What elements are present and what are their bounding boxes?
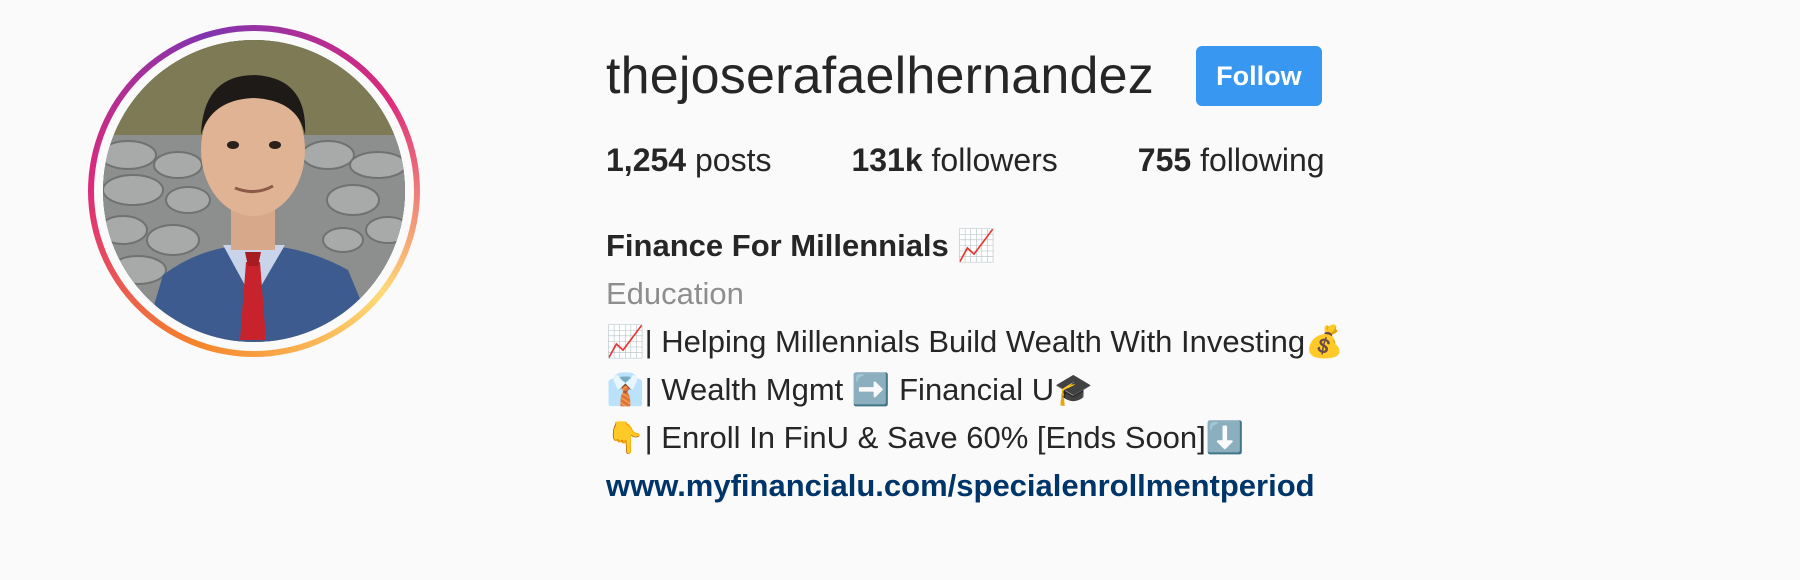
following-count: 755	[1137, 142, 1192, 178]
story-ring[interactable]	[88, 25, 420, 357]
profile-stats: 1,254 posts 131k followers 755 following	[606, 140, 1405, 180]
profile-photo	[103, 40, 405, 342]
bio-line: 📈| Helping Millennials Build Wealth With…	[606, 324, 1344, 359]
bio-line: 👇| Enroll In FinU & Save 60% [Ends Soon]…	[606, 420, 1245, 455]
profile-bio: Finance For Millennials 📈 Education 📈| H…	[606, 222, 1344, 510]
display-name: Finance For Millennials 📈	[606, 228, 996, 263]
profile-header: thejoserafaelhernandez Follow	[606, 40, 1322, 112]
followers-stat[interactable]: 131k followers	[851, 140, 1057, 180]
posts-count: 1,254	[606, 142, 687, 178]
followers-label: followers	[931, 142, 1058, 178]
bio-link[interactable]: www.myfinancialu.com/specialenrollmentpe…	[606, 462, 1344, 510]
posts-stat: 1,254 posts	[606, 140, 771, 180]
posts-label: posts	[694, 142, 772, 178]
following-label: following	[1200, 142, 1325, 178]
avatar[interactable]	[103, 40, 405, 342]
follow-button[interactable]: Follow	[1195, 46, 1322, 106]
category-label: Education	[606, 276, 744, 311]
profile-page: thejoserafaelhernandez Follow 1,254 post…	[0, 0, 1800, 580]
followers-count: 131k	[851, 142, 923, 178]
following-stat[interactable]: 755 following	[1138, 140, 1325, 180]
username: thejoserafaelhernandez	[606, 47, 1154, 105]
bio-line: 👔| Wealth Mgmt ➡️ Financial U🎓	[606, 372, 1093, 407]
